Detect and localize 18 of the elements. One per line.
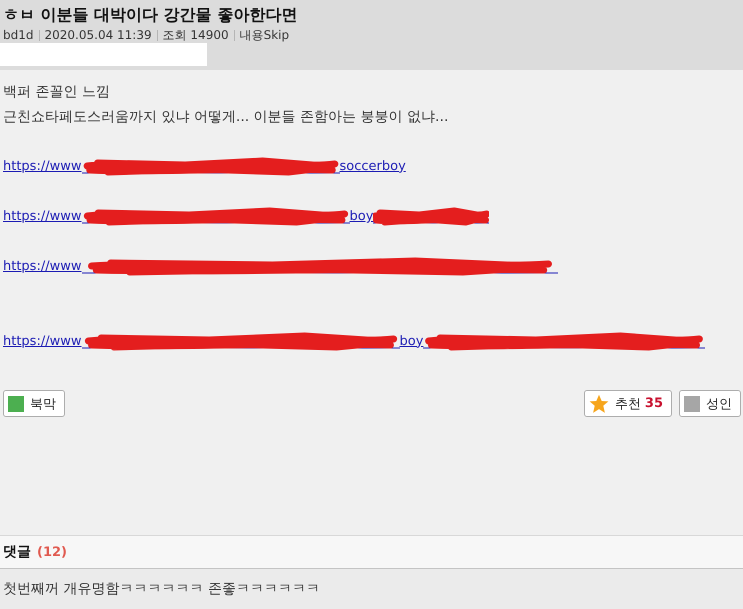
post-text: 근친쇼타페도스러움까지 있냐 어떻게... 이분들 존함아는 붕붕이 없냐... — [3, 108, 450, 127]
action-button[interactable]: 추천 35 — [584, 390, 672, 418]
link[interactable]: https://www boy — [3, 334, 706, 349]
action-button[interactable]: 성인 — [679, 390, 741, 418]
link[interactable]: https://www — [3, 259, 558, 274]
comment-text: 첫번째꺼 개유명함ㅋㅋㅋㅋㅋㅋ 존좋ㅋㅋㅋㅋㅋㅋ — [3, 580, 320, 598]
comment-count: (12) — [37, 544, 67, 560]
comments-title: 댓글 — [3, 543, 31, 561]
star-icon — [588, 394, 609, 414]
post-title: ㅎㅂ 이분들 대박이다 강간물 좋아한다면 — [3, 4, 298, 26]
link[interactable]: https://www boy — [3, 208, 490, 224]
post-date: 2020.05.04 11:39 — [44, 27, 152, 43]
link[interactable]: https://www soccerboy — [3, 158, 406, 174]
author-name: bd1d — [3, 27, 34, 43]
post-text: 백퍼 존꼴인 느낌 — [3, 83, 111, 102]
action-button[interactable]: 북막 — [3, 390, 65, 418]
view-count: 조회 14900 — [162, 27, 229, 43]
content-tag: 내용Skip — [240, 27, 290, 43]
